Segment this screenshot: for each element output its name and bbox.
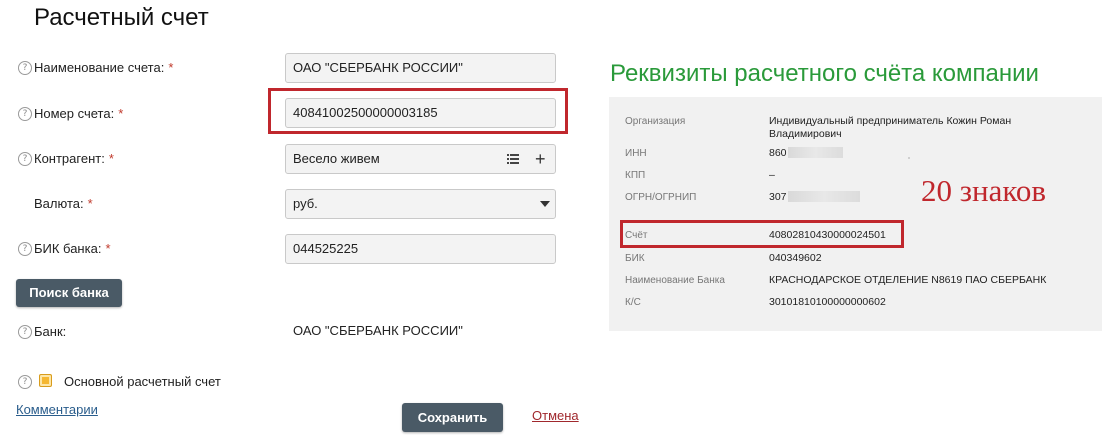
requisites-title: Реквизиты расчетного счёта компании — [610, 60, 1039, 87]
ogrn-label: ОГРН/ОГРНИП — [625, 192, 697, 203]
main-account-checkbox[interactable] — [39, 374, 52, 387]
help-icon[interactable]: ? — [18, 152, 32, 166]
inn-value: 860 — [769, 147, 787, 159]
organization-value: Индивидуальный предприниматель Кожин Ром… — [769, 115, 1012, 140]
inn-label: ИНН — [625, 148, 647, 159]
bank-label: Банк: — [34, 324, 67, 339]
comments-link[interactable]: Комментарии — [16, 402, 98, 417]
chevron-down-icon[interactable] — [540, 201, 550, 207]
save-button[interactable]: Сохранить — [402, 403, 503, 432]
bank-value: ОАО "СБЕРБАНК РОССИИ" — [293, 323, 463, 338]
kpp-label: КПП — [625, 170, 646, 181]
page-title: Расчетный счет — [34, 4, 209, 31]
help-icon[interactable]: ? — [18, 375, 32, 389]
help-icon[interactable]: ? — [18, 325, 32, 339]
bik-input[interactable]: 044525225 — [285, 234, 556, 264]
annotation-text: 20 знаков — [921, 173, 1046, 208]
account-number-label: Номер счета: * — [34, 106, 124, 121]
redacted-inn — [788, 147, 843, 158]
counterparty-label: Контрагент: * — [34, 151, 114, 166]
bank-name-value: КРАСНОДАРСКОЕ ОТДЕЛЕНИЕ N8619 ПАО СБЕРБА… — [769, 274, 1047, 286]
help-icon[interactable]: ? — [18, 107, 32, 121]
account-highlight-box — [620, 220, 904, 248]
redacted-ogrn — [788, 191, 860, 202]
ks-label: К/С — [625, 297, 641, 308]
bik-panel-value: 040349602 — [769, 252, 822, 264]
highlight-box — [268, 88, 568, 134]
currency-label: Валюта: * — [34, 196, 93, 211]
account-name-label: Наименование счета: * — [34, 60, 174, 75]
kpp-value: – — [769, 169, 775, 181]
bik-panel-label: БИК — [625, 253, 645, 264]
main-account-label: Основной расчетный счет — [64, 374, 221, 389]
organization-label: Организация — [625, 116, 686, 127]
bank-name-label: Наименование Банка — [625, 275, 725, 286]
currency-select[interactable]: руб. — [285, 189, 556, 219]
list-icon[interactable] — [507, 153, 519, 165]
cancel-link[interactable]: Отмена — [532, 408, 579, 423]
help-icon[interactable]: ? — [18, 61, 32, 75]
help-icon[interactable]: ? — [18, 242, 32, 256]
bik-label: БИК банка: * — [34, 241, 111, 256]
ogrn-value: 307 — [769, 191, 787, 203]
search-bank-button[interactable]: Поиск банка — [16, 279, 122, 307]
artifact-dot — [908, 157, 910, 159]
add-icon[interactable]: + — [535, 150, 546, 168]
account-name-input[interactable]: ОАО "СБЕРБАНК РОССИИ" — [285, 53, 556, 83]
ks-value: 30101810100000000602 — [769, 296, 886, 308]
